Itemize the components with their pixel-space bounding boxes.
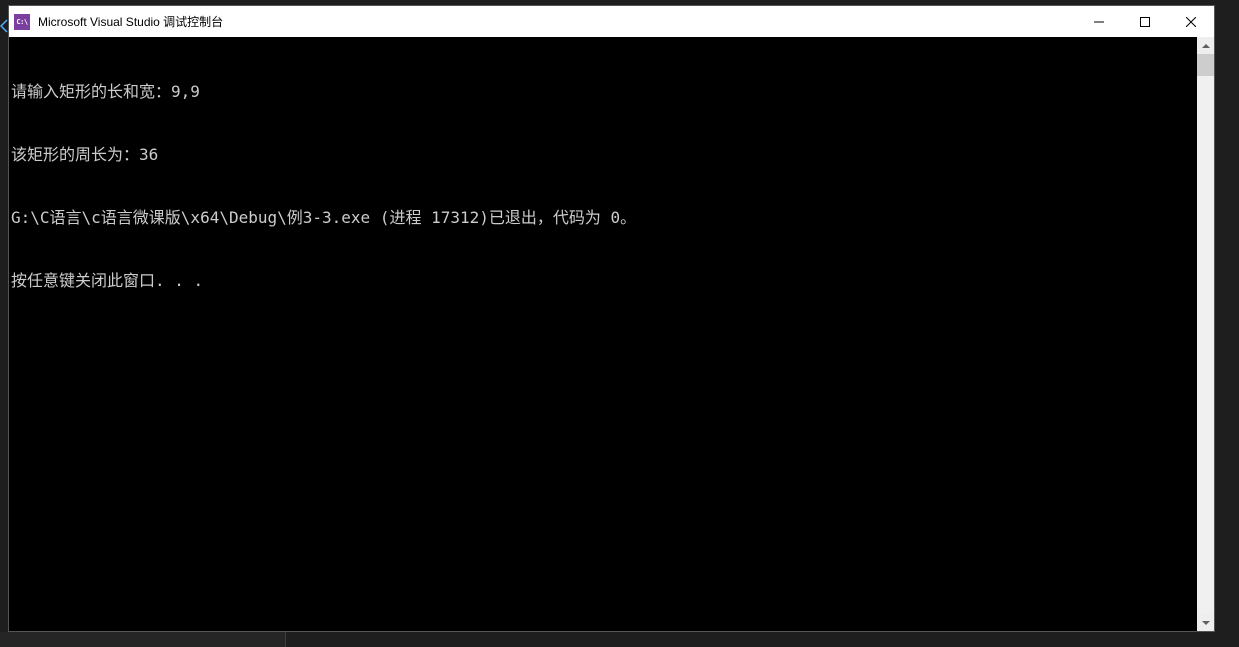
window-controls — [1076, 6, 1214, 37]
window-title: Microsoft Visual Studio 调试控制台 — [38, 13, 1076, 30]
close-icon — [1186, 17, 1196, 27]
vertical-scrollbar[interactable] — [1197, 37, 1214, 631]
console-line: G:\C语言\c语言微课版\x64\Debug\例3-3.exe (进程 173… — [11, 207, 1197, 228]
minimize-icon — [1094, 17, 1104, 27]
scrollbar-up-button[interactable] — [1197, 37, 1214, 54]
console-line: 该矩形的周长为：36 — [11, 144, 1197, 165]
minimize-button[interactable] — [1076, 6, 1122, 37]
maximize-button[interactable] — [1122, 6, 1168, 37]
bottom-left-panel — [0, 632, 285, 647]
close-button[interactable] — [1168, 6, 1214, 37]
console-output[interactable]: 请输入矩形的长和宽：9,9 该矩形的周长为：36 G:\C语言\c语言微课版\x… — [9, 37, 1197, 631]
maximize-icon — [1140, 17, 1150, 27]
chevron-down-icon — [1202, 619, 1210, 627]
scrollbar-down-button[interactable] — [1197, 614, 1214, 631]
console-window: C:\ Microsoft Visual Studio 调试控制台 请输入矩形的… — [8, 5, 1215, 632]
console-body: 请输入矩形的长和宽：9,9 该矩形的周长为：36 G:\C语言\c语言微课版\x… — [9, 37, 1214, 631]
console-line: 请输入矩形的长和宽：9,9 — [11, 81, 1197, 102]
editor-bottom-strip — [0, 632, 1239, 647]
console-line: 按任意键关闭此窗口. . . — [11, 270, 1197, 291]
bottom-divider — [285, 632, 286, 647]
titlebar[interactable]: C:\ Microsoft Visual Studio 调试控制台 — [9, 6, 1214, 37]
back-arrow-icon — [0, 18, 8, 34]
scrollbar-thumb[interactable] — [1197, 54, 1214, 76]
scrollbar-track[interactable] — [1197, 54, 1214, 614]
chevron-up-icon — [1202, 42, 1210, 50]
app-icon: C:\ — [14, 14, 30, 30]
